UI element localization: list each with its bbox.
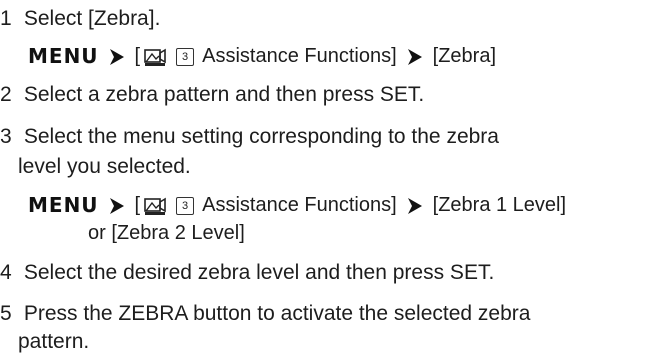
step-5: 5 Press the ZEBRA button to activate the… xyxy=(0,299,530,329)
menu-path-1: MENU [ 3 Assistance Functions] [Zebra] xyxy=(28,42,496,70)
menu-page-number: 3 xyxy=(176,197,195,215)
step-text: Select the desired zebra level and then … xyxy=(23,261,495,284)
menu-path-2-alternative: or [Zebra 2 Level] xyxy=(88,219,245,247)
step-number: 2 xyxy=(0,83,12,106)
arrow-right-icon xyxy=(405,196,425,216)
step-number: 4 xyxy=(0,261,12,284)
step-3: 3 Select the menu setting corresponding … xyxy=(0,122,499,152)
menu-target: [Zebra] xyxy=(432,45,496,67)
step-number: 1 xyxy=(0,7,12,30)
menu-path-2: MENU [ 3 Assistance Functions] [Zebra 1 … xyxy=(28,191,566,219)
step-text: Press the ZEBRA button to activate the s… xyxy=(23,302,531,325)
menu-page-number: 3 xyxy=(176,48,195,66)
open-bracket: [ xyxy=(134,45,141,67)
arrow-right-icon xyxy=(107,196,127,216)
arrow-right-icon xyxy=(405,47,425,67)
step-5-continuation: pattern. xyxy=(18,330,90,353)
menu-target: [Zebra 1 Level] xyxy=(432,194,567,216)
step-2: 2 Select a zebra pattern and then press … xyxy=(0,80,424,110)
step-number: 3 xyxy=(0,125,12,148)
menu-alternative: or [Zebra 2 Level] xyxy=(88,222,245,244)
submenu-label: Assistance Functions] xyxy=(202,194,397,216)
camera-record-icon xyxy=(144,196,166,216)
step-number: 5 xyxy=(0,302,12,325)
open-bracket: [ xyxy=(134,194,141,216)
step-4: 4 Select the desired zebra level and the… xyxy=(0,258,494,288)
step-text: Select a zebra pattern and then press SE… xyxy=(23,83,425,106)
submenu-label: Assistance Functions] xyxy=(202,45,397,67)
step-text: Select [Zebra]. xyxy=(23,7,161,30)
menu-label: MENU xyxy=(28,193,99,217)
menu-label: MENU xyxy=(28,44,99,68)
camera-record-icon xyxy=(144,47,166,67)
step-1: 1 Select [Zebra]. xyxy=(0,4,160,34)
step-3-continuation: level you selected. xyxy=(18,155,191,178)
arrow-right-icon xyxy=(107,47,127,67)
step-text: Select the menu setting corresponding to… xyxy=(23,125,499,148)
